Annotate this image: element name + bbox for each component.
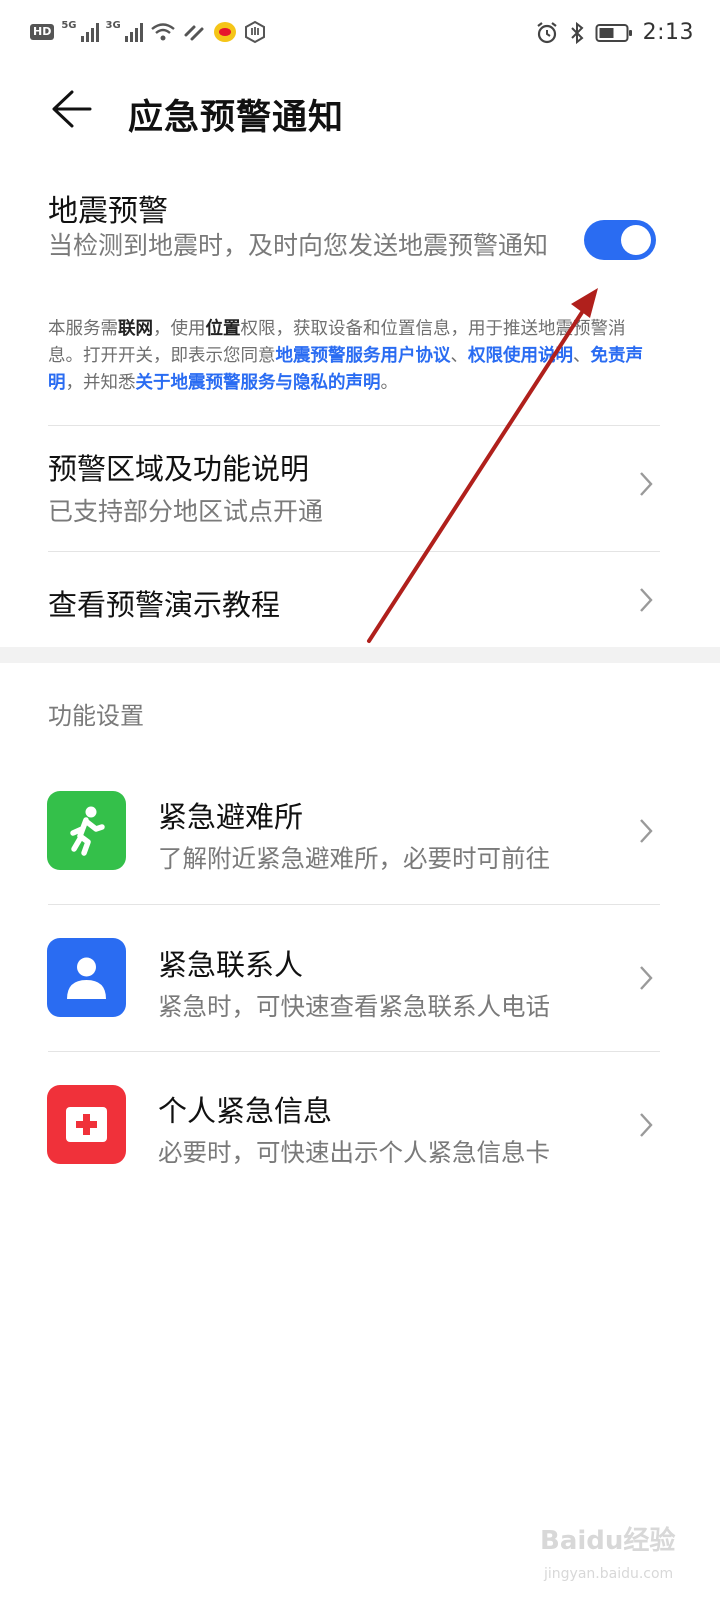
baidu-watermark: Baidu经验 (540, 1526, 676, 1556)
warning-area-title: 预警区域及功能说明 (48, 452, 310, 486)
emergency-shelter-title: 紧急避难所 (158, 800, 304, 834)
link-icon (184, 25, 204, 41)
earthquake-warning-description: 当检测到地震时，及时向您发送地震预警通知 (48, 231, 549, 260)
network-5g-label: 5G (61, 20, 77, 31)
chevron-right-icon (640, 819, 653, 843)
back-arrow-icon[interactable] (46, 84, 96, 134)
chevron-right-icon (640, 472, 653, 496)
status-right: 2:13 (535, 20, 694, 45)
permission-usage-link[interactable]: 权限使用说明 (468, 346, 573, 366)
battery-icon (595, 23, 632, 42)
person-icon (47, 938, 126, 1017)
section-separator (0, 647, 720, 663)
service-notice: 本服务需联网，使用位置权限，获取设备和位置信息，用于推送地震预警消息。打开开关，… (48, 319, 643, 393)
earthquake-warning-title: 地震预警 (48, 194, 168, 229)
personal-emergency-info-title: 个人紧急信息 (158, 1094, 333, 1128)
notice-location: 位置 (205, 319, 241, 339)
signal-icon (80, 22, 99, 42)
demo-tutorial-title: 查看预警演示教程 (48, 588, 281, 622)
medical-cross-icon (47, 1085, 126, 1164)
warning-area-subtitle: 已支持部分地区试点开通 (48, 497, 324, 526)
chevron-right-icon (640, 1113, 653, 1137)
features-section-header: 功能设置 (48, 702, 144, 730)
chevron-right-icon (640, 588, 653, 612)
status-bar: HD 5G 3G 2:13 (0, 0, 720, 64)
divider (48, 551, 660, 552)
personal-emergency-info-subtitle: 必要时，可快速出示个人紧急信息卡 (158, 1138, 550, 1167)
page-title: 应急预警通知 (128, 98, 345, 138)
network-3g-label: 3G (105, 20, 121, 31)
signal-icon-2 (124, 22, 143, 42)
header: 应急预警通知 (0, 64, 720, 160)
chevron-right-icon (640, 966, 653, 990)
emergency-shelter-subtitle: 了解附近紧急避难所，必要时可前往 (158, 844, 550, 873)
divider (48, 904, 660, 905)
weibo-icon (213, 22, 236, 42)
status-time: 2:13 (642, 20, 694, 45)
watermark-url: jingyan.baidu.com (544, 1566, 674, 1582)
alarm-icon (536, 21, 557, 43)
bluetooth-icon (570, 21, 584, 44)
privacy-statement-link[interactable]: 关于地震预警服务与隐私的声明 (136, 373, 381, 393)
earthquake-warning-toggle[interactable] (584, 220, 656, 260)
divider (48, 425, 660, 426)
wifi-icon (150, 23, 175, 41)
emergency-contacts-subtitle: 紧急时，可快速查看紧急联系人电话 (158, 992, 550, 1021)
emergency-contacts-title: 紧急联系人 (158, 948, 304, 982)
notice-network: 联网 (118, 319, 153, 339)
hd-badge: HD (30, 24, 55, 40)
running-person-icon (47, 791, 126, 870)
divider (48, 1051, 660, 1052)
user-agreement-link[interactable]: 地震预警服务用户协议 (276, 346, 451, 366)
hand-icon (244, 20, 265, 44)
status-left: HD 5G 3G (30, 20, 267, 44)
toggle-knob (621, 225, 651, 255)
